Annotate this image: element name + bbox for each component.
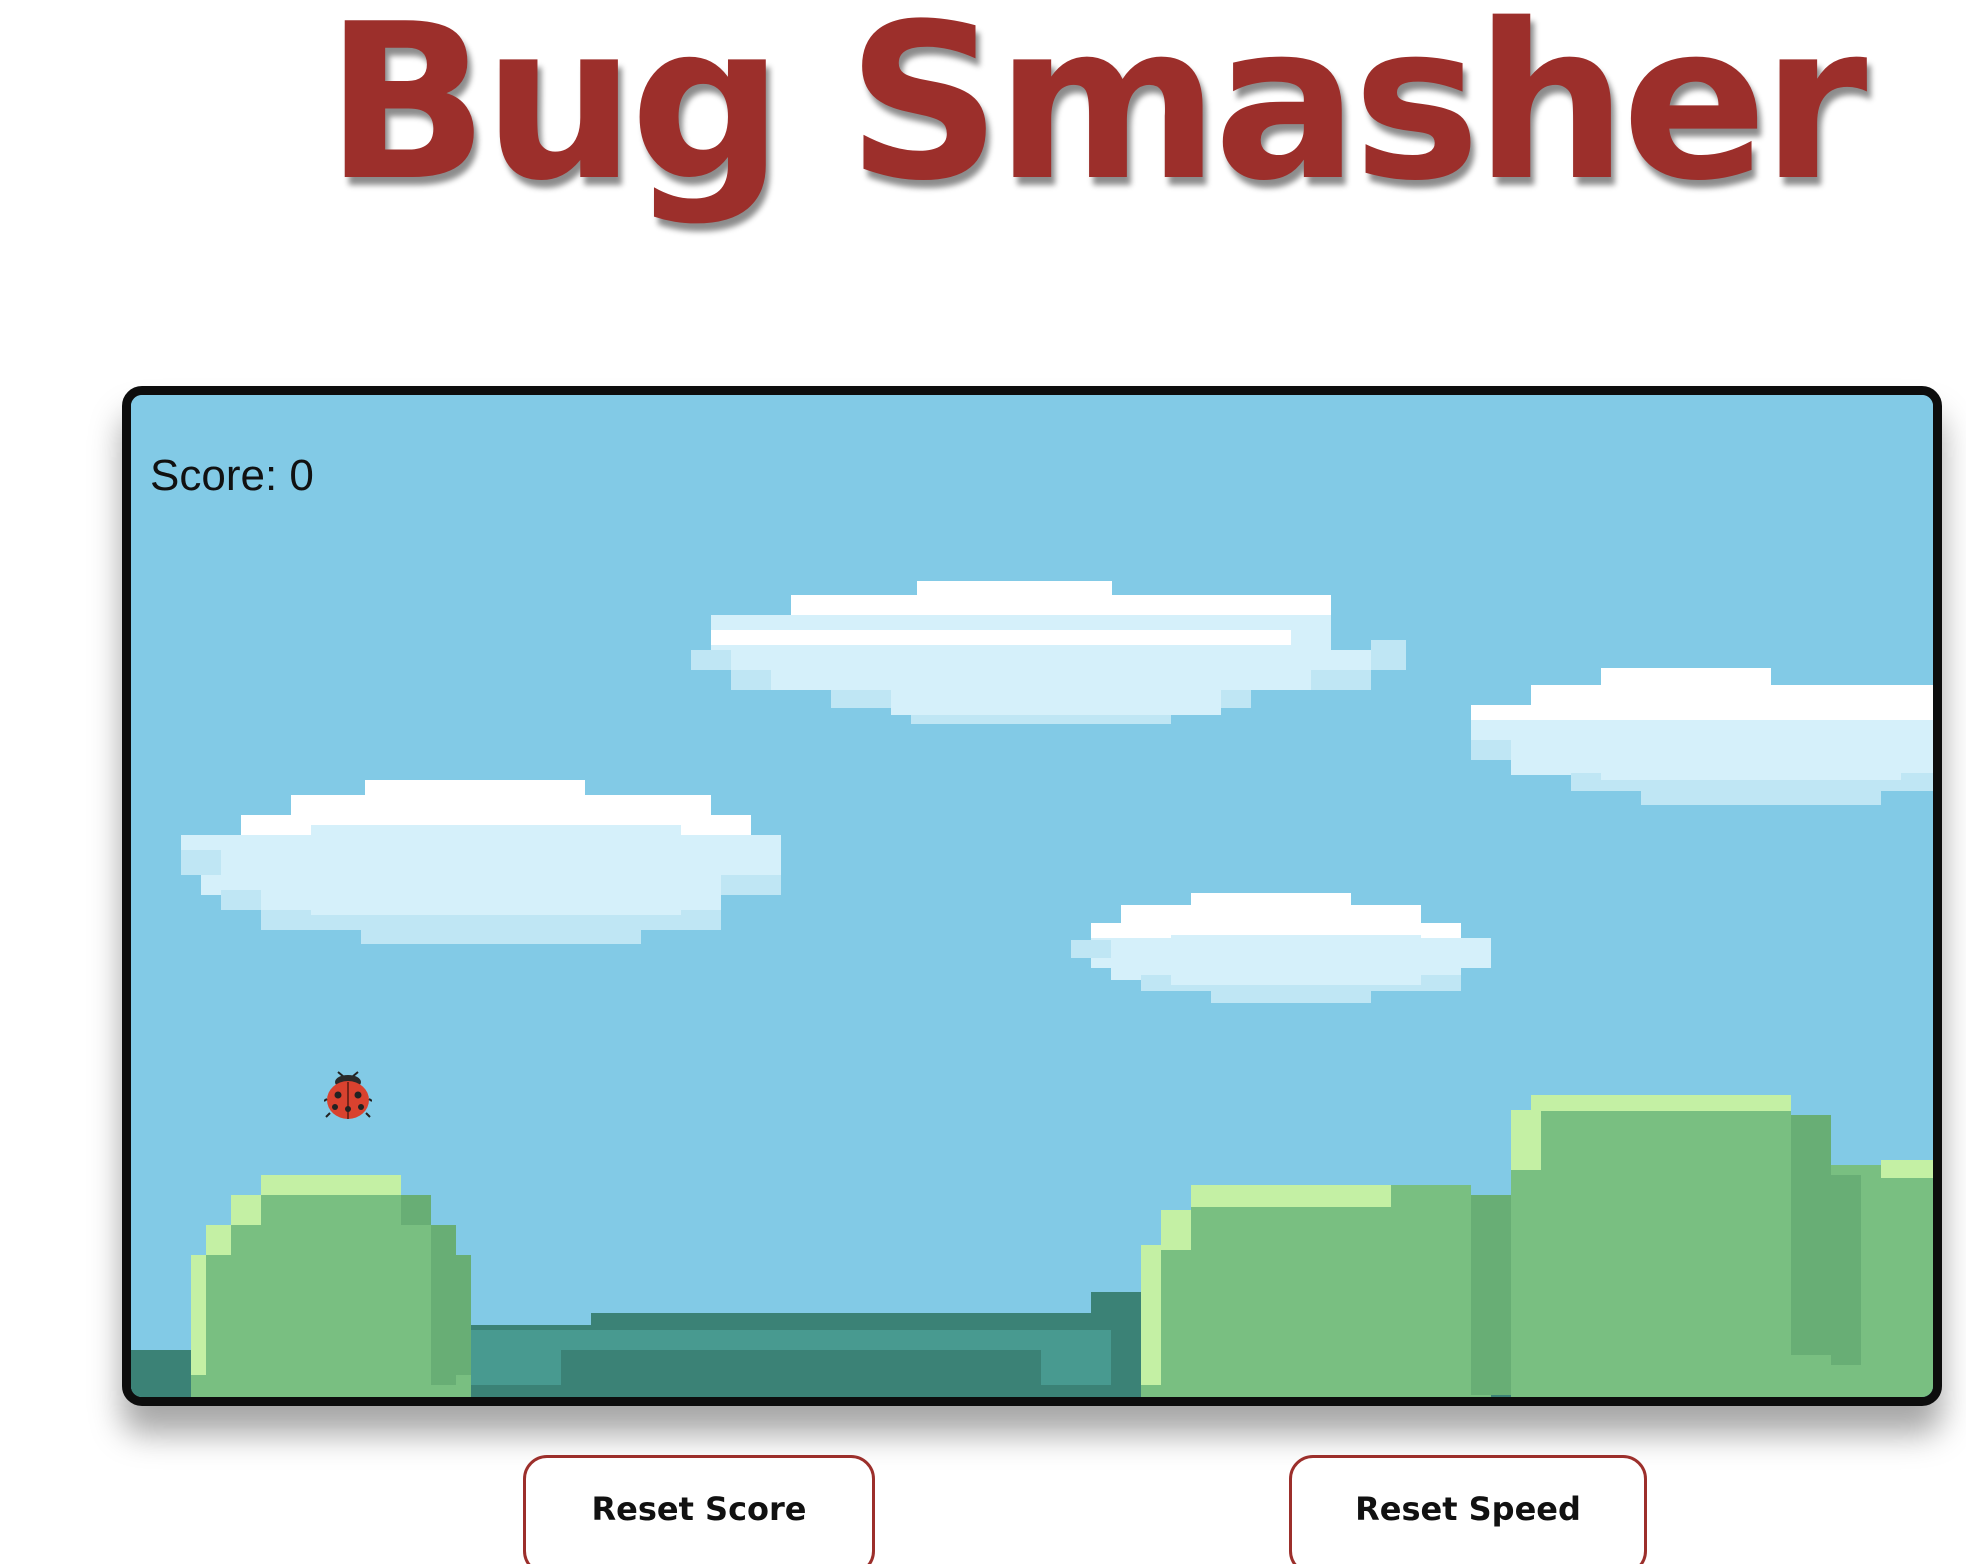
reset-speed-button[interactable]: Reset Speed — [1289, 1455, 1647, 1564]
score-label: Score: — [150, 451, 278, 500]
score-display: Score: 0 — [150, 451, 314, 501]
ladybug-icon[interactable] — [324, 1071, 372, 1121]
score-value: 0 — [289, 451, 314, 500]
page: Bug Smasher Score: 0 Reset Score Reset S… — [0, 0, 1966, 1564]
page-title: Bug Smasher — [325, 0, 1868, 228]
game-canvas[interactable]: Score: 0 — [122, 386, 1942, 1406]
bush — [191, 1175, 471, 1397]
reset-score-button[interactable]: Reset Score — [523, 1455, 875, 1564]
game-scene — [131, 395, 1933, 1397]
